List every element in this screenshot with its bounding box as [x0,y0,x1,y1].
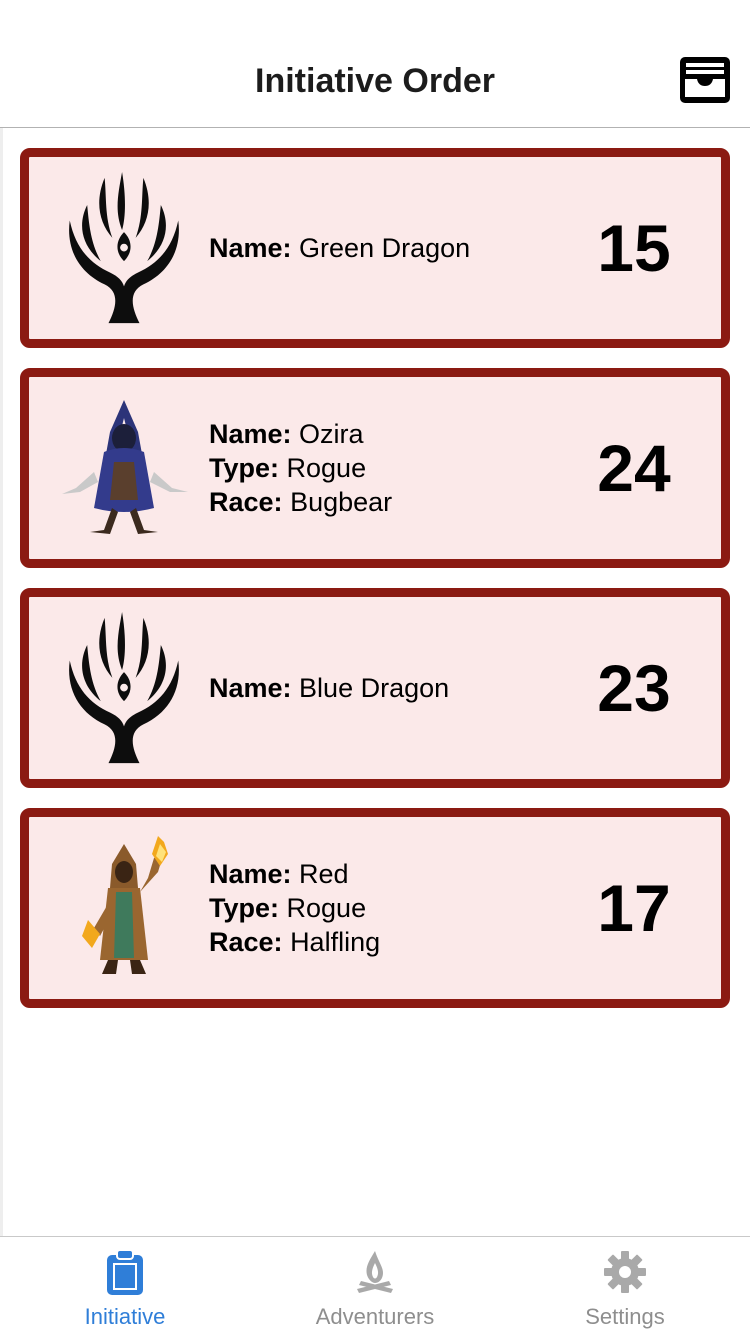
name-line: Name: Green Dragon [209,233,471,263]
type-line: Type: Rogue [209,893,367,923]
hooded-rogue-avatar [54,392,194,547]
initiative-card[interactable]: Name: Green Dragon 15 [20,148,730,348]
inbox-tray-icon[interactable] [680,57,730,103]
combatant-info: Name: Red Type: Rogue Race: Halfling [209,817,569,999]
combatant-name: Ozira [299,419,364,449]
name-line: Name: Blue Dragon [209,673,450,703]
combatant-name: Blue Dragon [299,673,450,703]
initiative-score: 17 [597,871,671,945]
initiative-score: 24 [597,431,671,505]
combatant-name: Green Dragon [299,233,471,263]
navigation-bar: Initiative Order [0,0,750,128]
combatant-type: Rogue [286,453,367,483]
combatant-race: Bugbear [290,487,393,517]
dragon-emblem-icon [54,172,194,327]
list-left-edge [0,128,3,1236]
initiative-card[interactable]: Name: Red Type: Rogue Race: Halfling 17 [20,808,730,1008]
race-line: Race: Bugbear [209,487,393,517]
app-root: Initiative Order Name: Green Dragon 15 N… [0,0,750,1334]
tab-label: Settings [585,1304,665,1329]
type-line: Type: Rogue [209,453,367,483]
combatant-type: Rogue [286,893,367,923]
name-line: Name: Red [209,859,349,889]
combatant-info: Name: Green Dragon [209,157,569,339]
campfire-icon [353,1249,397,1295]
fire-mage-avatar [54,832,194,987]
initiative-score: 15 [597,211,671,285]
combatant-name: Red [299,859,349,889]
gear-icon [603,1249,647,1295]
tab-initiative[interactable]: Initiative [0,1237,250,1334]
tab-adventurers[interactable]: Adventurers [250,1237,500,1334]
tab-label: Adventurers [315,1304,435,1329]
tab-settings[interactable]: Settings [500,1237,750,1334]
combatant-race: Halfling [290,927,381,957]
tab-label: Initiative [84,1304,166,1329]
clipboard-icon [103,1249,147,1295]
race-line: Race: Halfling [209,927,381,957]
initiative-score: 23 [597,651,671,725]
dragon-emblem-icon [54,612,194,767]
combatant-info: Name: Ozira Type: Rogue Race: Bugbear [209,377,569,559]
initiative-card[interactable]: Name: Ozira Type: Rogue Race: Bugbear 24 [20,368,730,568]
name-line: Name: Ozira [209,419,364,449]
page-title: Initiative Order [255,62,495,100]
initiative-card[interactable]: Name: Blue Dragon 23 [20,588,730,788]
tab-bar: Initiative Adventurers Settings [0,1236,750,1334]
combatant-info: Name: Blue Dragon [209,597,569,779]
